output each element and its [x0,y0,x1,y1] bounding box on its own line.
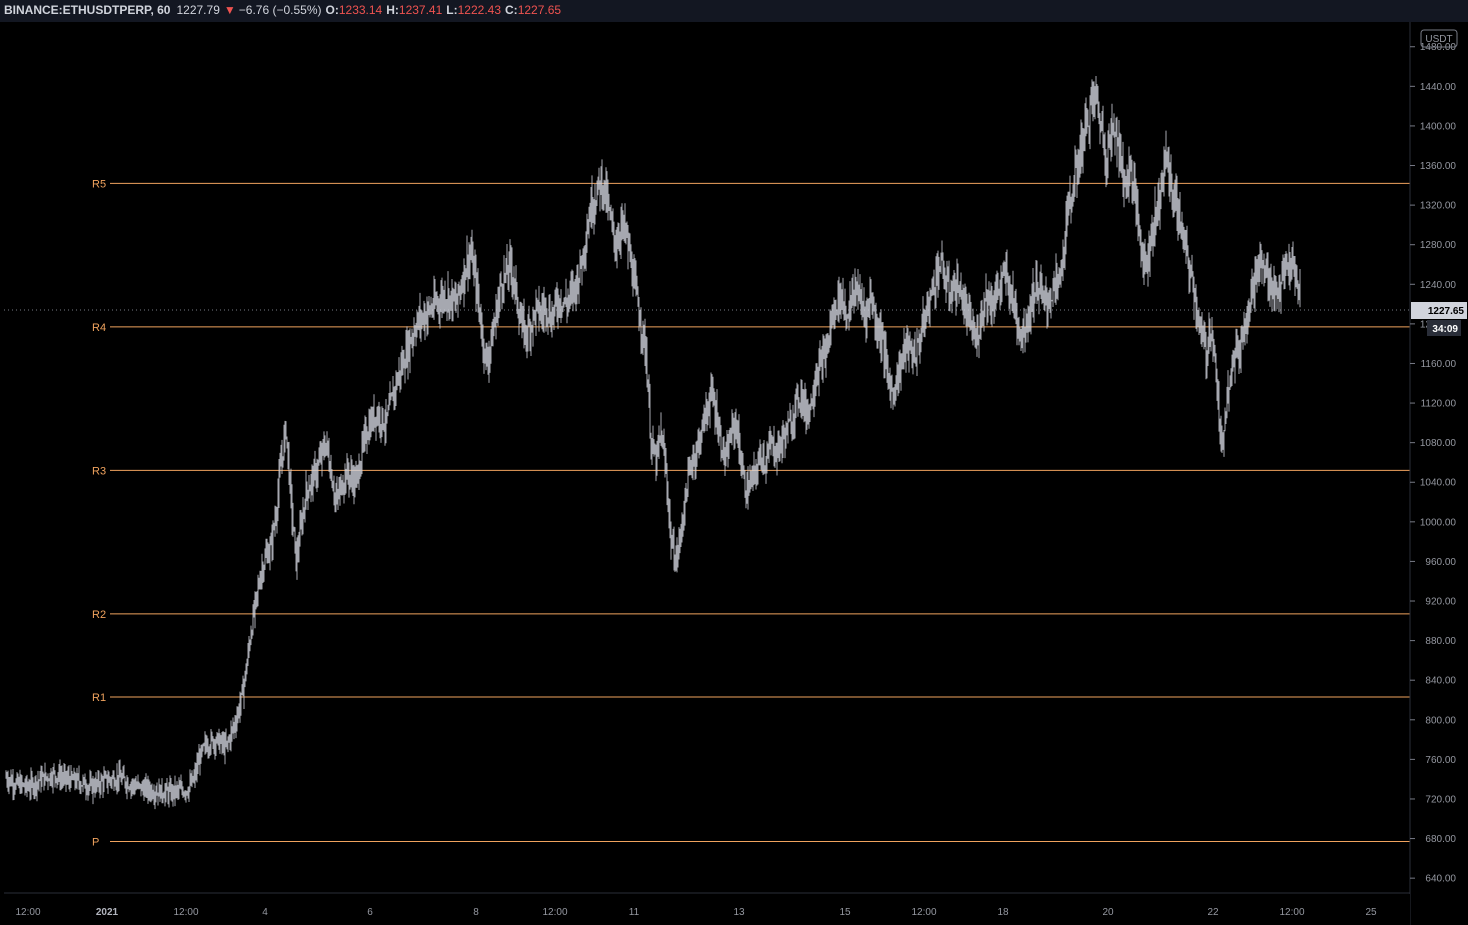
last-price-tag-label: 1227.65 [1428,306,1465,317]
time-tick-label: 4 [262,907,268,918]
price-tick-label: 920.00 [1425,597,1456,608]
high-label: H: [386,3,399,17]
currency-badge-label: USDT [1425,34,1452,45]
price-tick-label: 1440.00 [1420,82,1457,93]
down-arrow-icon: ▼ [223,3,236,17]
time-tick-label: 12:00 [1279,907,1304,918]
chart-background [0,22,1468,925]
close-value: 1227.65 [517,3,562,17]
open-label: O: [325,3,339,17]
price-tick-label: 1000.00 [1420,517,1457,528]
price-tick-label: 1080.00 [1420,438,1457,449]
time-tick-label: 12:00 [911,907,936,918]
time-tick-label: 2021 [96,907,119,918]
price-tick-label: 1400.00 [1420,121,1457,132]
time-tick-label: 13 [733,907,745,918]
low-value: 1222.43 [457,3,502,17]
price-tick-label: 840.00 [1425,676,1456,687]
price-tick-label: 720.00 [1425,794,1456,805]
price-chart[interactable]: R5 R4 R3 R2 R1 P 640.00 680.00 720.00 760.00 800.… [0,22,1468,925]
price-tick-label: 1040.00 [1420,478,1457,489]
price-tick-label: 960.00 [1425,557,1456,568]
high-value: 1237.41 [398,3,443,17]
time-tick-label: 20 [1102,907,1114,918]
pivot-label-r2: R2 [92,609,106,621]
close-label: C: [505,3,518,17]
price-tick-label: 680.00 [1425,834,1456,845]
price-axis[interactable] [1410,22,1468,925]
time-tick-label: 6 [367,907,373,918]
price-tick-label: 760.00 [1425,755,1456,766]
time-axis[interactable] [0,894,1410,925]
pivot-label-p: P [92,837,99,849]
last-price: 1227.79 [176,3,220,17]
price-tick-label: 880.00 [1425,636,1456,647]
countdown-tag-label: 34:09 [1432,324,1458,335]
price-change: −6.76 (−0.55%) [238,3,322,17]
symbol-label[interactable]: BINANCE:ETHUSDTPERP, 60 [0,0,170,20]
price-tick-label: 1120.00 [1421,399,1457,410]
open-value: 1233.14 [338,3,383,17]
time-tick-label: 18 [997,907,1009,918]
price-tick-label: 1320.00 [1420,201,1457,212]
low-label: L: [446,3,458,17]
time-tick-label: 12:00 [15,907,40,918]
price-tick-label: 1280.00 [1420,240,1457,251]
time-tick-label: 15 [839,907,851,918]
time-tick-label: 11 [629,907,640,918]
time-tick-label: 12:00 [542,907,567,918]
price-tick-label: 800.00 [1425,715,1456,726]
price-tick-label: 1360.00 [1420,161,1457,172]
pivot-label-r3: R3 [92,465,106,477]
time-tick-label: 25 [1365,907,1377,918]
time-tick-label: 22 [1207,907,1219,918]
price-tick-label: 1160.00 [1421,359,1457,370]
legend-bar: BINANCE:ETHUSDTPERP, 60 1227.79 ▼ −6.76 (−0… [0,0,1468,22]
price-tick-label: 640.00 [1425,874,1456,885]
pivot-label-r1: R1 [92,692,106,704]
time-tick-label: 12:00 [173,907,198,918]
price-tick-label: 1240.00 [1420,280,1457,291]
time-tick-label: 8 [473,907,479,918]
pivot-label-r5: R5 [92,178,106,190]
pivot-label-r4: R4 [92,322,106,334]
